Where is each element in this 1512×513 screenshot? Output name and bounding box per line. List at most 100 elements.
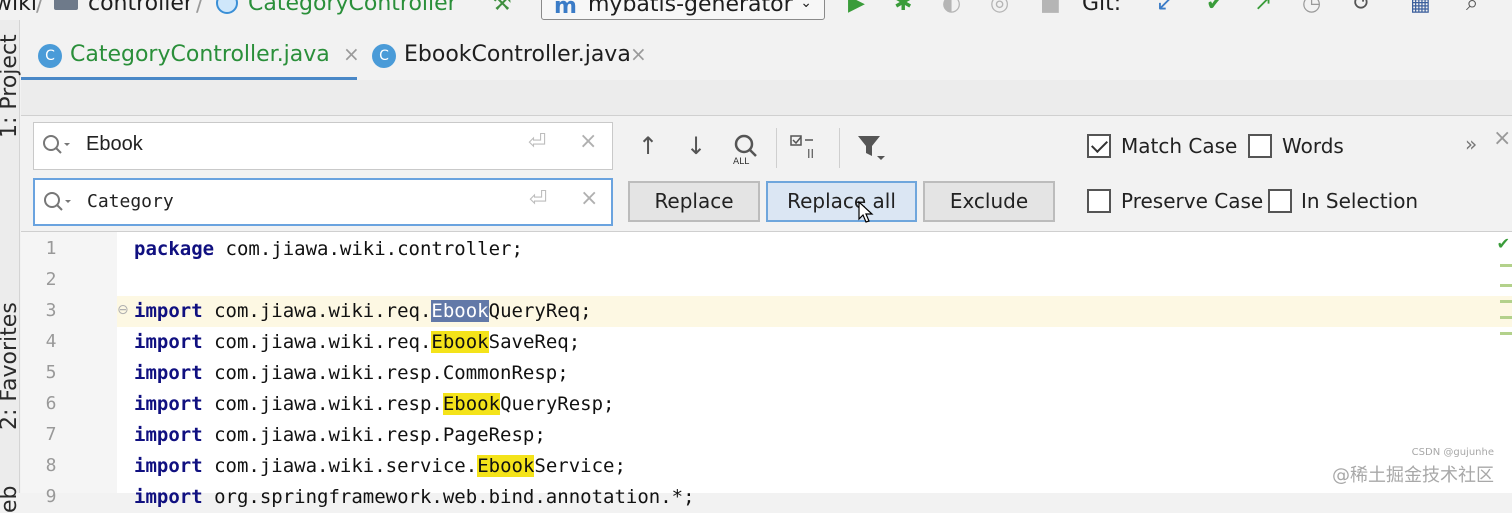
- search-match: Ebook: [443, 393, 500, 415]
- line-number: 8: [21, 455, 81, 476]
- inspection-ok-icon[interactable]: ✔: [1497, 234, 1510, 253]
- breadcrumb-folder[interactable]: controller: [88, 0, 193, 16]
- close-find-icon[interactable]: ×: [1493, 126, 1511, 151]
- code-keyword: import: [134, 455, 203, 477]
- code-text: QueryResp;: [500, 393, 614, 415]
- code-text: com.jiawa.wiki.resp.CommonResp;: [203, 362, 569, 384]
- preserve-case-checkbox[interactable]: [1087, 189, 1111, 213]
- breadcrumb-file[interactable]: CategoryController: [248, 0, 457, 16]
- favorites-tool-button[interactable]: 2: Favorites: [0, 302, 22, 430]
- occurrence-marker[interactable]: [1500, 264, 1512, 267]
- line-number-gutter: 123456789: [21, 232, 117, 493]
- watermark: @稀土掘金技术社区 CSDN @gujunhe: [1332, 461, 1494, 487]
- debug-icon[interactable]: ✱: [894, 0, 912, 16]
- match-case-label: Match Case: [1121, 134, 1237, 158]
- fold-icon[interactable]: ⊖: [117, 302, 129, 318]
- run-configuration-select[interactable]: m mybatis-generator ⌄: [541, 0, 825, 20]
- code-line[interactable]: import com.jiawa.wiki.service.EbookServi…: [134, 451, 626, 482]
- git-label: Git:: [1082, 0, 1121, 16]
- next-occurrence-icon[interactable]: ↓: [681, 132, 711, 160]
- occurrence-marker[interactable]: [1500, 316, 1512, 319]
- watermark-small-text: CSDN @gujunhe: [1412, 447, 1494, 458]
- code-keyword: import: [134, 424, 203, 446]
- stop-icon[interactable]: ■: [1040, 0, 1061, 16]
- search-input[interactable]: [86, 129, 526, 159]
- code-line[interactable]: package com.jiawa.wiki.controller;: [134, 234, 523, 265]
- tab-ebook-controller[interactable]: C EbookController.java ×: [372, 36, 672, 80]
- search-match: Ebook: [477, 455, 534, 477]
- profile-icon[interactable]: ◎: [990, 0, 1009, 16]
- toolbar-separator: [839, 128, 840, 168]
- code-line[interactable]: import com.jiawa.wiki.resp.PageResp;: [134, 420, 546, 451]
- code-line[interactable]: import com.jiawa.wiki.resp.CommonResp;: [134, 358, 569, 389]
- maven-icon: m: [554, 0, 577, 19]
- filter-icon[interactable]: [855, 132, 889, 164]
- search-icon[interactable]: [40, 131, 72, 159]
- code-editor[interactable]: 123456789 ⊖ package com.jiawa.wiki.contr…: [21, 232, 1512, 493]
- code-line[interactable]: import org.springframework.web.bind.anno…: [134, 482, 695, 513]
- git-update-icon[interactable]: ↙: [1156, 0, 1174, 16]
- more-options-icon[interactable]: »: [1465, 132, 1477, 156]
- project-structure-icon[interactable]: ▦: [1410, 0, 1431, 16]
- tab-label: EbookController.java: [404, 42, 631, 67]
- replace-input[interactable]: [87, 186, 527, 216]
- select-all-occurrences-icon[interactable]: ALL: [729, 132, 763, 166]
- coverage-icon[interactable]: ◐: [942, 0, 961, 16]
- navigation-bar: wiki / controller / CategoryController ⚒…: [0, 0, 1512, 20]
- class-icon: C: [38, 44, 62, 68]
- code-keyword: import: [134, 393, 203, 415]
- code-line[interactable]: import com.jiawa.wiki.resp.EbookQueryRes…: [134, 389, 614, 420]
- left-tool-strip: 1: Project 2: Favorites eb: [0, 20, 20, 493]
- clear-replace-icon[interactable]: ×: [580, 186, 598, 211]
- code-text: QueryReq;: [489, 300, 592, 322]
- close-icon[interactable]: ×: [630, 42, 647, 66]
- clear-search-icon[interactable]: ×: [579, 129, 597, 154]
- match-case-checkbox[interactable]: [1087, 134, 1111, 158]
- close-icon[interactable]: ×: [343, 42, 360, 66]
- code-text: com.jiawa.wiki.service.: [203, 455, 478, 477]
- code-keyword: import: [134, 300, 203, 322]
- words-checkbox[interactable]: [1248, 134, 1272, 158]
- run-icon[interactable]: ▶: [848, 0, 865, 16]
- words-label: Words: [1282, 134, 1344, 158]
- line-number: 7: [21, 424, 81, 445]
- git-history-icon[interactable]: ◷: [1302, 0, 1321, 16]
- breadcrumb-project[interactable]: wiki: [0, 0, 37, 16]
- code-text: com.jiawa.wiki.req.: [203, 300, 432, 322]
- tab-category-controller[interactable]: C CategoryController.java ×: [38, 36, 358, 80]
- search-match: Ebook: [431, 331, 488, 353]
- newline-icon[interactable]: ⏎: [528, 130, 546, 155]
- exclude-button[interactable]: Exclude: [923, 181, 1055, 222]
- git-commit-icon[interactable]: ✔: [1206, 0, 1224, 16]
- line-number: 5: [21, 362, 81, 383]
- svg-text:ALL: ALL: [733, 157, 749, 166]
- occurrence-marker[interactable]: [1500, 300, 1512, 303]
- git-rollback-icon[interactable]: ↺: [1352, 0, 1370, 16]
- build-hammer-icon[interactable]: ⚒: [492, 0, 512, 16]
- chevron-down-icon: ⌄: [800, 0, 812, 11]
- web-tool-button[interactable]: eb: [0, 486, 22, 513]
- project-tool-button[interactable]: 1: Project: [0, 34, 22, 138]
- code-line[interactable]: import com.jiawa.wiki.req.EbookQueryReq;: [134, 296, 592, 327]
- run-configuration-label: mybatis-generator: [588, 0, 793, 17]
- search-icon[interactable]: [41, 188, 73, 216]
- error-stripe[interactable]: ✔: [1498, 232, 1512, 493]
- search-field: ⏎ ×: [33, 122, 613, 170]
- git-push-icon[interactable]: ↗: [1254, 0, 1272, 16]
- previous-occurrence-icon[interactable]: ↑: [633, 132, 663, 160]
- code-text: com.jiawa.wiki.controller;: [214, 238, 523, 260]
- newline-icon[interactable]: ⏎: [529, 187, 547, 212]
- replace-all-button[interactable]: Replace all: [766, 181, 917, 222]
- class-icon: C: [372, 44, 396, 68]
- in-selection-checkbox[interactable]: [1268, 189, 1292, 213]
- replace-button[interactable]: Replace: [628, 181, 760, 222]
- tab-label: CategoryController.java: [70, 42, 330, 67]
- code-line[interactable]: import com.jiawa.wiki.req.EbookSaveReq;: [134, 327, 580, 358]
- search-match: Ebook: [431, 300, 488, 322]
- occurrence-marker[interactable]: [1500, 284, 1512, 287]
- occurrence-marker[interactable]: [1500, 332, 1512, 335]
- replace-field: ⏎ ×: [33, 178, 613, 226]
- code-keyword: import: [134, 486, 203, 508]
- search-everywhere-icon[interactable]: ⌕: [1466, 0, 1478, 16]
- filter-search-results-icon[interactable]: II: [789, 132, 825, 164]
